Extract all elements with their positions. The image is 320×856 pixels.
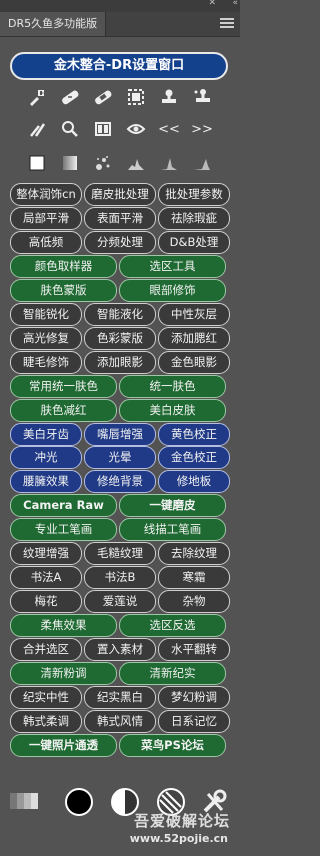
histogram-small-icon[interactable] [158,152,180,174]
histogram-icon[interactable] [125,152,147,174]
action-button[interactable]: 整体润饰cn [10,183,82,206]
action-button[interactable]: 毛糙纹理 [84,542,156,565]
panel-menu-icon[interactable] [220,16,234,30]
panel-tab[interactable]: DR5久鱼多功能版 [0,12,107,36]
action-button[interactable]: 美白皮肤 [119,399,226,422]
action-button[interactable]: 去除纹理 [158,542,230,565]
action-button[interactable]: 颜色取样器 [10,255,117,278]
black-circle-icon[interactable] [64,787,94,817]
action-button[interactable]: 统一肤色 [119,375,226,398]
action-button[interactable]: 金色校正 [158,446,230,469]
close-icon[interactable]: ✕ [208,0,216,8]
watermark-text: 吾爱破解论坛 [133,812,230,830]
next-icon[interactable]: >> [191,118,213,140]
dr-settings-button[interactable]: 金木整合-DR设置窗口 [10,52,228,80]
prev-icon[interactable]: << [158,118,180,140]
action-button[interactable]: 批处理参数 [158,183,230,206]
action-button[interactable]: 菜鸟PS论坛 [119,734,226,757]
action-button[interactable]: 置入素材 [84,638,156,661]
action-button[interactable]: 纹理增强 [10,542,82,565]
action-button[interactable]: 线描工笔画 [119,518,226,541]
gradient-square-icon[interactable] [59,152,81,174]
histogram-right-icon[interactable] [191,152,213,174]
action-button[interactable]: 腰臃效果 [10,470,82,493]
action-button[interactable]: 一键磨皮 [119,494,226,517]
action-button[interactable]: 寒霜 [158,566,230,589]
split-view-icon[interactable] [92,118,114,140]
action-button[interactable]: 柔焦效果 [10,614,117,637]
panel-tabbar: DR5久鱼多功能版 [0,12,240,37]
action-button[interactable]: 梅花 [10,590,82,613]
action-button[interactable]: 书法A [10,566,82,589]
action-button[interactable]: 清新粉调 [10,662,117,685]
action-button[interactable]: Camera Raw [10,494,117,517]
magnifier-icon[interactable] [59,118,81,140]
selection-rect-icon[interactable] [125,86,147,108]
action-button[interactable]: D&B处理 [158,231,230,254]
action-button[interactable]: 高光修复 [10,327,82,350]
action-button[interactable]: 合并选区 [10,638,82,661]
action-button[interactable]: 嘴唇增强 [84,423,156,446]
action-button[interactable]: 纪实中性 [10,686,82,709]
action-button[interactable]: 高低频 [10,231,82,254]
action-button[interactable]: 杂物 [158,590,230,613]
tool-row-3 [0,152,240,176]
action-button[interactable]: 梦幻粉调 [158,686,230,709]
action-button[interactable]: 眼部修饰 [119,279,226,302]
tool-row-2: << >> [0,118,240,142]
action-button[interactable]: 分频处理 [84,231,156,254]
action-button[interactable]: 智能锐化 [10,303,82,326]
bandage-icon[interactable] [59,86,81,108]
action-button[interactable]: 纪实黑白 [84,686,156,709]
action-button[interactable]: 局部平滑 [10,207,82,230]
gray-steps-icon[interactable] [10,790,44,812]
action-button[interactable]: 祛除瑕疵 [158,207,230,230]
action-button[interactable]: 中性灰层 [158,303,230,326]
action-button[interactable]: 黄色校正 [158,423,230,446]
action-button[interactable]: 韩式风情 [84,710,156,733]
brushes-icon[interactable] [26,118,48,140]
brush-plus-icon[interactable] [26,86,48,108]
action-button[interactable]: 一键照片通透 [10,734,117,757]
white-square-icon[interactable] [26,152,48,174]
tool-row-1 [0,86,240,110]
action-button[interactable]: 选区反选 [119,614,226,637]
action-button[interactable]: 添加眼影 [84,351,156,374]
action-button[interactable]: 爱莲说 [84,590,156,613]
action-button[interactable]: 水平翻转 [158,638,230,661]
action-button[interactable]: 美白牙齿 [10,423,82,446]
action-button[interactable]: 添加腮红 [158,327,230,350]
action-button[interactable]: 磨皮批处理 [84,183,156,206]
sparkle-dots-icon[interactable] [92,152,114,174]
action-button[interactable]: 光晕 [84,446,156,469]
action-button[interactable]: 书法B [84,566,156,589]
watermark-url: www.52pojie.cn [129,832,228,845]
action-button[interactable]: 日系记忆 [158,710,230,733]
action-button[interactable]: 金色眼影 [158,351,230,374]
window-titlebar: ✕ « [0,0,240,12]
collapse-icon[interactable]: « [232,0,237,8]
action-button[interactable]: 专业工笔画 [10,518,117,541]
action-button[interactable]: 修绝背景 [84,470,156,493]
action-button[interactable]: 选区工具 [119,255,226,278]
action-button[interactable]: 肤色蒙版 [10,279,117,302]
stamp-icon[interactable] [158,86,180,108]
action-button[interactable]: 肤色减红 [10,399,117,422]
action-button[interactable]: 修地板 [158,470,230,493]
action-button[interactable]: 韩式柔调 [10,710,82,733]
action-button[interactable]: 智能液化 [84,303,156,326]
eye-icon[interactable] [125,118,147,140]
action-button[interactable]: 色彩蒙版 [84,327,156,350]
action-button[interactable]: 常用统一肤色 [10,375,117,398]
action-button[interactable]: 睫毛修饰 [10,351,82,374]
action-button[interactable]: 清新纪实 [119,662,226,685]
stamp-multi-icon[interactable] [191,86,213,108]
action-button[interactable]: 表面平滑 [84,207,156,230]
action-button[interactable]: 冲光 [10,446,82,469]
bandage-alt-icon[interactable] [92,86,114,108]
